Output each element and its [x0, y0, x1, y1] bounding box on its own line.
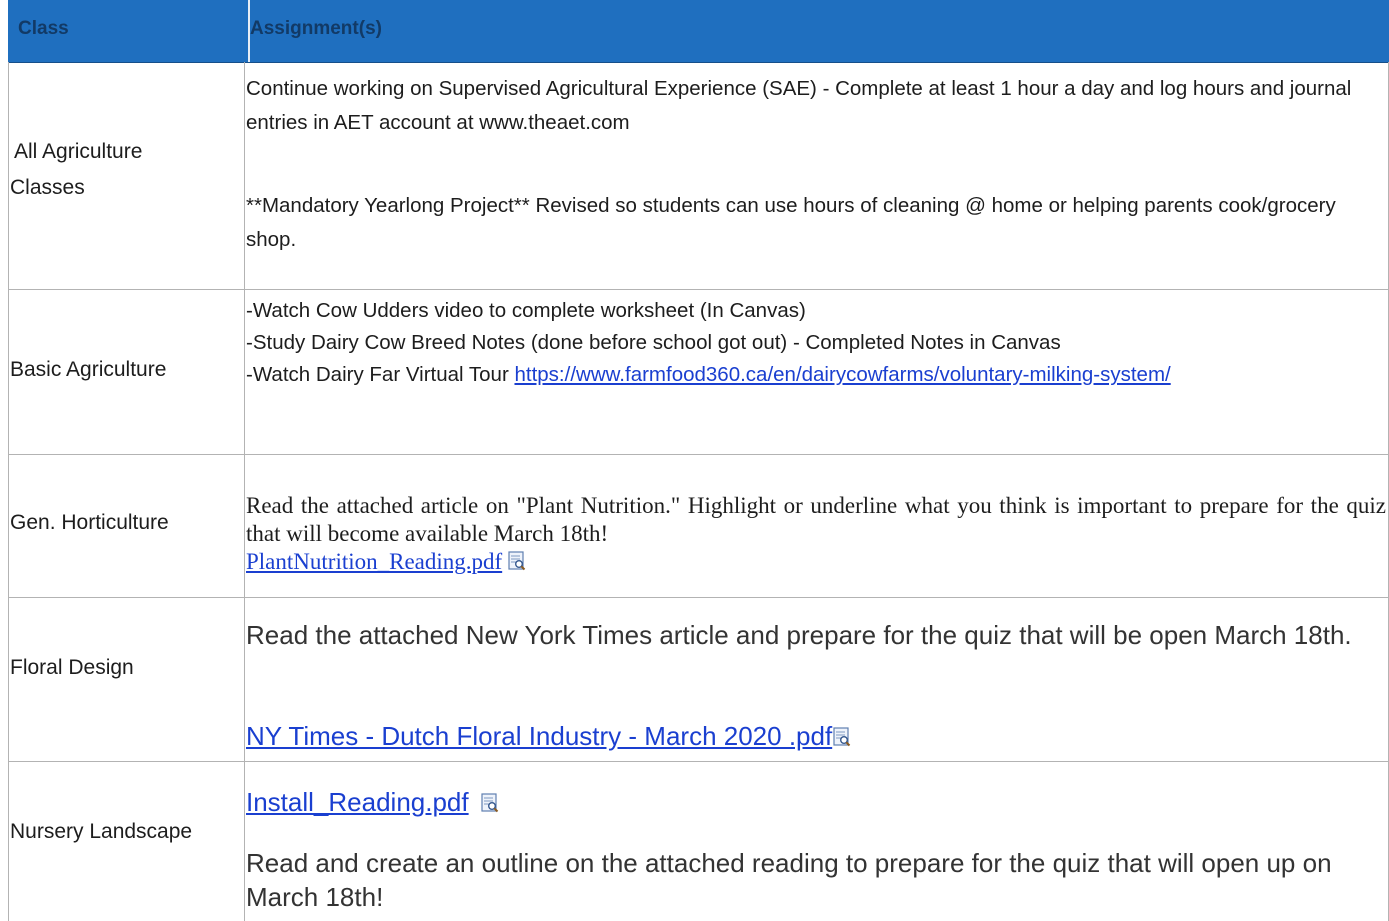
row-divider — [8, 597, 1389, 598]
row2-line2: -Study Dairy Cow Breed Notes (done befor… — [246, 331, 1061, 354]
install-reading-pdf-link[interactable]: Install_Reading.pdf — [246, 787, 469, 817]
header-assignments: Assignment(s) — [250, 18, 382, 39]
row2-content: -Watch Cow Udders video to complete work… — [246, 295, 1386, 391]
class-label-line: Classes — [10, 176, 85, 199]
row3-text: Read the attached article on "Plant Nutr… — [246, 493, 1386, 546]
class-label-line: All Agriculture — [14, 140, 143, 163]
row4-link-line: NY Times - Dutch Floral Industry - March… — [246, 719, 1386, 753]
row-divider — [8, 289, 1389, 290]
pdf-preview-icon[interactable] — [833, 727, 851, 747]
row1-text1: Continue working on Supervised Agricultu… — [246, 77, 1352, 134]
table-header — [8, 0, 1389, 63]
dairy-tour-link[interactable]: https://www.farmfood360.ca/en/dairycowfa… — [514, 363, 1170, 386]
pdf-preview-icon[interactable] — [481, 793, 499, 813]
row3-content: Read the attached article on "Plant Nutr… — [246, 492, 1386, 576]
grid-column-divider — [244, 62, 245, 921]
class-basic-agriculture: Basic Agriculture — [10, 358, 167, 381]
class-all-agriculture: All Agriculture Classes — [10, 134, 240, 206]
ny-times-pdf-link[interactable]: NY Times - Dutch Floral Industry - March… — [246, 721, 832, 751]
plant-nutrition-pdf-link[interactable]: PlantNutrition_Reading.pdf — [246, 549, 502, 574]
grid-left-border — [8, 62, 9, 921]
pdf-preview-icon[interactable] — [508, 551, 526, 571]
row5-text: Read and create an outline on the attach… — [246, 848, 1332, 912]
row2-line3: -Watch Dairy Far Virtual Tour https://ww… — [246, 359, 1386, 391]
row-divider — [8, 761, 1389, 762]
header-class: Class — [18, 18, 69, 39]
row2-line3-prefix: -Watch Dairy Far Virtual Tour — [246, 363, 515, 386]
class-gen-horticulture: Gen. Horticulture — [10, 511, 169, 534]
row1-text2: **Mandatory Yearlong Project** Revised s… — [246, 194, 1336, 251]
row2-line1: -Watch Cow Udders video to complete work… — [246, 299, 806, 322]
row5-link-line: Install_Reading.pdf — [246, 785, 1386, 819]
row4-text: Read the attached New York Times article… — [246, 620, 1352, 650]
class-floral-design: Floral Design — [10, 656, 134, 679]
row-divider — [8, 454, 1389, 455]
assignments-table: Class Assignment(s) All Agriculture Clas… — [0, 0, 1389, 921]
class-nursery-landscape: Nursery Landscape — [10, 820, 193, 843]
